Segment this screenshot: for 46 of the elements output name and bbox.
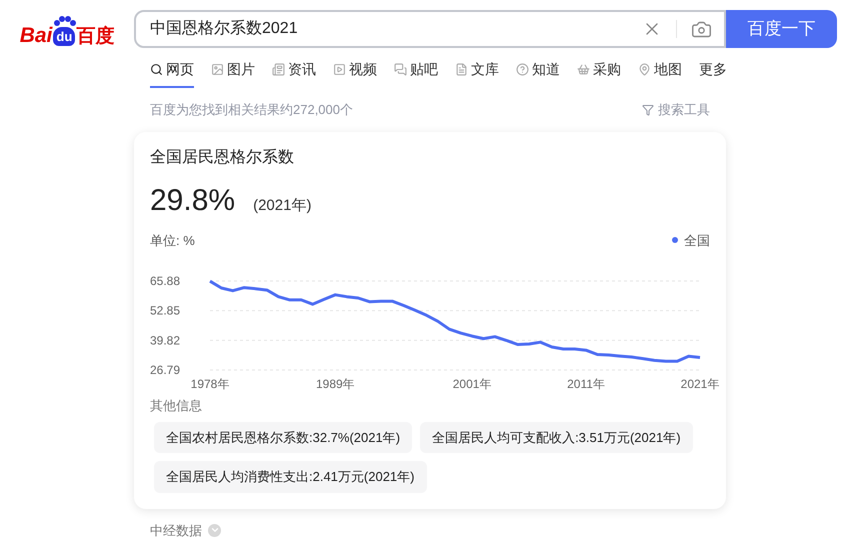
document-icon bbox=[455, 63, 468, 76]
main-value: 29.8% bbox=[150, 182, 236, 218]
legend-label: 全国 bbox=[684, 232, 710, 250]
axis-label: 2011年 bbox=[567, 377, 605, 391]
play-icon bbox=[333, 63, 346, 76]
search-button[interactable]: 百度一下 bbox=[726, 10, 837, 48]
question-icon bbox=[516, 63, 529, 76]
search-tab[interactable]: 贴吧 bbox=[394, 59, 438, 88]
paw-icon bbox=[54, 16, 76, 26]
search-tab[interactable]: 地图 bbox=[638, 59, 682, 88]
card-title: 全国居民恩格尔系数 bbox=[150, 148, 295, 168]
result-count: 百度为您找到相关结果约272,000个 bbox=[150, 101, 354, 119]
search-tab[interactable]: 图片 bbox=[211, 59, 255, 88]
axis-label: 65.88 bbox=[150, 274, 180, 288]
search-tab[interactable]: 知道 bbox=[516, 59, 560, 88]
source-label: 中经数据 bbox=[150, 522, 202, 540]
value-year: (2021年) bbox=[253, 196, 312, 216]
search-field[interactable]: 中国恩格尔系数2021 bbox=[134, 10, 726, 48]
info-chip[interactable]: 全国居民人均可支配收入:3.51万元(2021年) bbox=[420, 422, 693, 453]
axis-label: 2001年 bbox=[452, 377, 492, 391]
axis-label: 1989年 bbox=[316, 377, 355, 391]
search-tab[interactable]: 文库 bbox=[455, 59, 499, 88]
search-tab[interactable]: 采购 bbox=[577, 59, 621, 88]
search-tab[interactable]: 资讯 bbox=[272, 59, 316, 88]
newspaper-icon bbox=[272, 63, 285, 76]
logo-text: 百度 bbox=[76, 27, 114, 46]
search-tab[interactable]: 网页 bbox=[150, 59, 194, 88]
filter-icon bbox=[642, 104, 654, 116]
basket-icon bbox=[577, 63, 590, 76]
unit-label: 单位: % bbox=[150, 232, 196, 250]
logo-mark: du bbox=[53, 27, 76, 46]
search-icon bbox=[150, 63, 163, 76]
axis-label: 52.85 bbox=[150, 304, 180, 318]
search-tab[interactable]: 视频 bbox=[333, 59, 377, 88]
info-chip[interactable]: 全国居民人均消费性支出:2.41万元(2021年) bbox=[154, 461, 426, 492]
axis-label: 39.82 bbox=[150, 333, 180, 348]
map-pin-icon bbox=[638, 63, 651, 76]
logo-text: Bai bbox=[20, 25, 52, 46]
info-chip[interactable]: 全国农村居民恩格尔系数:32.7%(2021年) bbox=[154, 422, 412, 453]
axis-label: 2021年 bbox=[680, 377, 720, 391]
axis-label: 26.79 bbox=[150, 363, 180, 377]
section-title: 其他信息 bbox=[150, 397, 203, 415]
chat-icon bbox=[394, 63, 407, 76]
search-tab[interactable]: 更多 bbox=[699, 59, 727, 88]
axis-label: 1978年 bbox=[190, 377, 230, 391]
image-icon bbox=[211, 63, 224, 76]
